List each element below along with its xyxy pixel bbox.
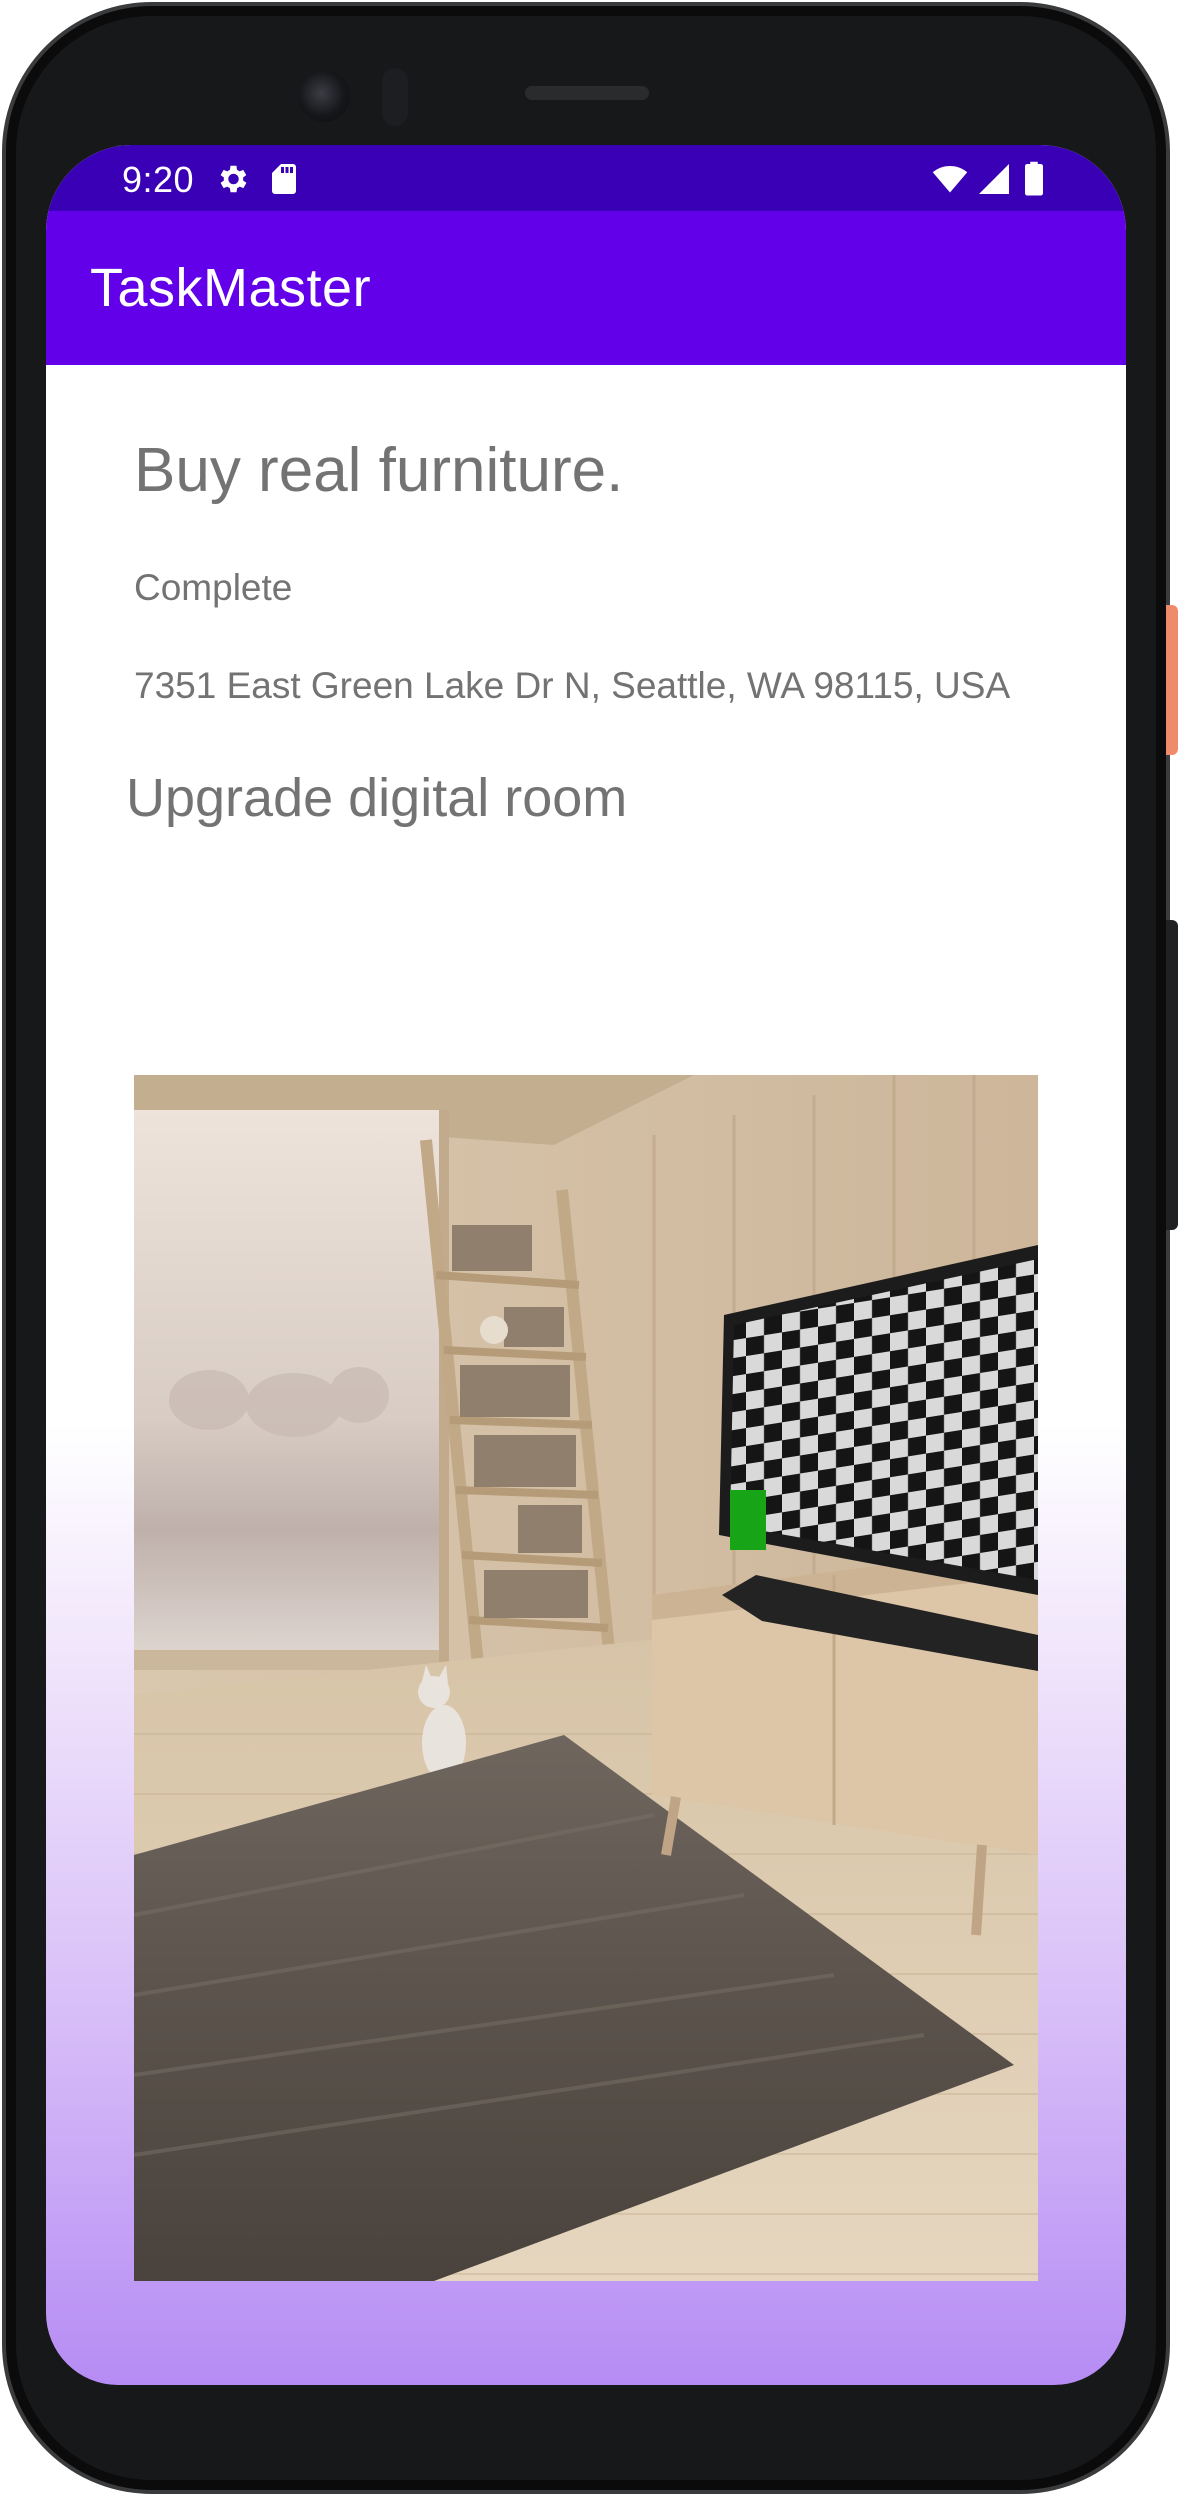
status-time: 9:20 [122, 159, 195, 200]
proximity-sensor [382, 68, 408, 126]
battery-icon [1025, 161, 1043, 196]
app-bar: TaskMaster [46, 211, 1126, 365]
app-title: TaskMaster [90, 258, 372, 318]
task-description: Upgrade digital room [126, 768, 628, 828]
signal-icon [979, 164, 1009, 194]
status-bar: 9:20 [46, 145, 1126, 211]
sd-card-icon [272, 164, 296, 194]
front-camera [298, 70, 350, 122]
task-address: 7351 East Green Lake Dr N, Seattle, WA 9… [134, 665, 1011, 706]
power-button [1166, 605, 1178, 755]
volume-button [1166, 920, 1178, 1230]
gear-icon [220, 165, 247, 193]
task-state: Complete [134, 567, 293, 608]
task-image [134, 1075, 1038, 2281]
earpiece-speaker [525, 86, 649, 100]
screen: 9:20 TaskMaster Buy real furniture. Comp… [46, 145, 1126, 2385]
phone-frame: 9:20 TaskMaster Buy real furniture. Comp… [0, 0, 1178, 2498]
wifi-icon [932, 165, 968, 193]
task-title: Buy real furniture. [134, 436, 624, 505]
